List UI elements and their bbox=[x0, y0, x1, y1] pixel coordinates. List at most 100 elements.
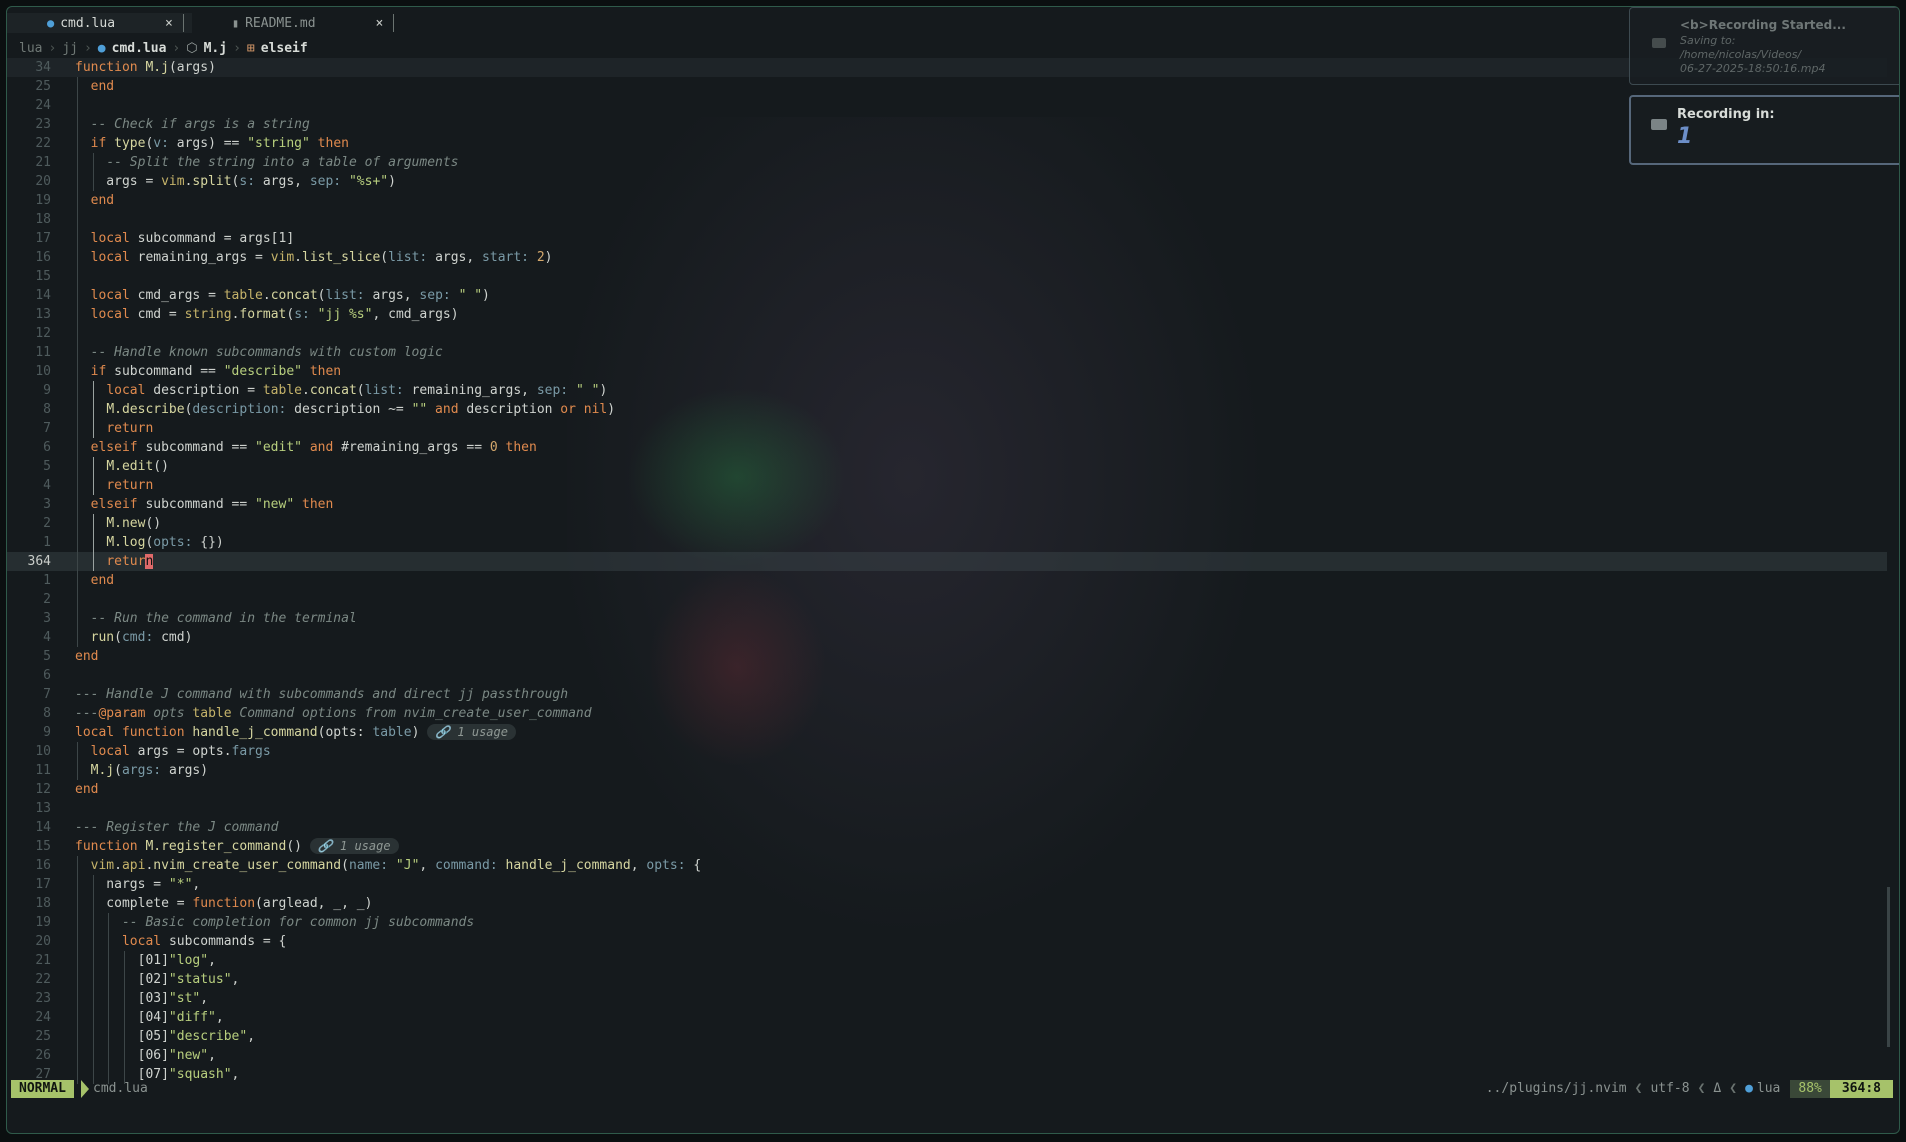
code-line[interactable]: 24 bbox=[7, 96, 1887, 115]
breadcrumb-item-file[interactable]: cmd.lua bbox=[112, 41, 167, 56]
code-line[interactable]: 15 bbox=[7, 267, 1887, 286]
code-line[interactable]: 18 complete = function(arglead, _, _) bbox=[7, 894, 1887, 913]
code-token: concat bbox=[309, 383, 357, 398]
breadcrumb-item-function[interactable]: M.j bbox=[204, 41, 227, 56]
code-line[interactable]: 12 end bbox=[7, 780, 1887, 799]
code-line[interactable]: 1 M.log(opts: {}) bbox=[7, 533, 1887, 552]
code-token: if bbox=[90, 364, 115, 379]
indent-guide bbox=[77, 96, 78, 115]
code-text: M.describe(description: description ~= "… bbox=[75, 400, 615, 419]
code-line[interactable]: 22 if type(v: args) == "string" then bbox=[7, 134, 1887, 153]
code-token: elseif bbox=[90, 440, 146, 455]
code-line[interactable]: 23 [03]"st", bbox=[7, 989, 1887, 1008]
code-token: --- Handle J command with subcommands an… bbox=[75, 687, 569, 702]
tab-cmd-lua[interactable]: ● cmd.lua × bbox=[7, 13, 192, 33]
code-text: end bbox=[75, 780, 98, 799]
code-line[interactable]: 14 local cmd_args = table.concat(list: a… bbox=[7, 286, 1887, 305]
code-line[interactable]: 20 args = vim.split(s: args, sep: "%s+") bbox=[7, 172, 1887, 191]
close-icon[interactable]: × bbox=[165, 16, 173, 31]
code-token: local bbox=[90, 307, 138, 322]
code-token: type bbox=[114, 136, 146, 151]
scrollbar[interactable] bbox=[1887, 887, 1890, 1047]
code-line[interactable]: 19 -- Basic completion for common jj sub… bbox=[7, 913, 1887, 932]
code-token: remaining_args, bbox=[411, 383, 537, 398]
code-line[interactable]: 2 M.new() bbox=[7, 514, 1887, 533]
code-token: ) bbox=[607, 402, 616, 417]
code-line[interactable]: 16 vim.api.nvim_create_user_command(name… bbox=[7, 856, 1887, 875]
breadcrumb-item-elseif[interactable]: elseif bbox=[261, 41, 308, 56]
code-token: { bbox=[693, 858, 702, 873]
code-line[interactable]: 11 -- Handle known subcommands with cust… bbox=[7, 343, 1887, 362]
code-line[interactable]: 18 bbox=[7, 210, 1887, 229]
code-line[interactable]: 13 bbox=[7, 799, 1887, 818]
code-token: --- Register the J command bbox=[75, 820, 279, 835]
line-number: 4 bbox=[43, 630, 51, 645]
current-code-line[interactable]: 364 return bbox=[7, 552, 1887, 571]
code-line[interactable]: 14 --- Register the J command bbox=[7, 818, 1887, 837]
code-line[interactable]: 21 [01]"log", bbox=[7, 951, 1887, 970]
code-line[interactable]: 4 run(cmd: cmd) bbox=[7, 628, 1887, 647]
code-line[interactable]: 5 M.edit() bbox=[7, 457, 1887, 476]
code-line[interactable]: 17 local subcommand = args[1] bbox=[7, 229, 1887, 248]
code-line[interactable]: 3 -- Run the command in the terminal bbox=[7, 609, 1887, 628]
code-line[interactable]: 22 [02]"status", bbox=[7, 970, 1887, 989]
code-editor[interactable]: 34 function M.j(args) 25 end 24 23 -- Check … bbox=[7, 58, 1887, 1084]
code-line[interactable]: 26 [06]"new", bbox=[7, 1046, 1887, 1065]
line-number: 17 bbox=[35, 877, 51, 892]
lua-file-icon: ● bbox=[47, 16, 55, 30]
usage-hint[interactable]: 🔗 1 usage bbox=[309, 838, 399, 854]
code-token: (arglead, _, _) bbox=[255, 896, 373, 911]
breadcrumb-item-lua[interactable]: lua bbox=[19, 41, 42, 56]
lua-file-icon: ● bbox=[97, 40, 106, 56]
code-line[interactable]: 16 local remaining_args = vim.list_slice… bbox=[7, 248, 1887, 267]
code-line[interactable]: 1 end bbox=[7, 571, 1887, 590]
tab-readme-md[interactable]: ▮ README.md × bbox=[192, 13, 403, 33]
code-line[interactable]: 15 function M.register_command() 🔗 1 usag… bbox=[7, 837, 1887, 856]
code-line[interactable]: 11 M.j(args: args) bbox=[7, 761, 1887, 780]
code-line[interactable]: 10 local args = opts.fargs bbox=[7, 742, 1887, 761]
code-token: complete = bbox=[75, 896, 193, 911]
code-line[interactable]: 2 bbox=[7, 590, 1887, 609]
code-line[interactable]: 8 M.describe(description: description ~=… bbox=[7, 400, 1887, 419]
code-line[interactable]: 12 bbox=[7, 324, 1887, 343]
close-icon[interactable]: × bbox=[376, 16, 384, 31]
code-line[interactable]: 20 local subcommands = { bbox=[7, 932, 1887, 951]
usage-hint[interactable]: 🔗 1 usage bbox=[427, 724, 516, 740]
code-line[interactable]: 7 return bbox=[7, 419, 1887, 438]
code-text: [06]"new", bbox=[75, 1046, 216, 1065]
code-line[interactable]: 24 [04]"diff", bbox=[7, 1008, 1887, 1027]
code-line[interactable]: 8 ---@param opts table Command options fr… bbox=[7, 704, 1887, 723]
code-line[interactable]: 5 end bbox=[7, 647, 1887, 666]
code-line[interactable]: 6 elseif subcommand == "edit" and #remai… bbox=[7, 438, 1887, 457]
code-line[interactable]: 25 end bbox=[7, 77, 1887, 96]
code-line[interactable]: 21 -- Split the string into a table of a… bbox=[7, 153, 1887, 172]
code-line[interactable]: 6 bbox=[7, 666, 1887, 685]
code-line[interactable]: 34 function M.j(args) bbox=[7, 58, 1887, 77]
code-line[interactable]: 9 local function handle_j_command(opts: t… bbox=[7, 723, 1887, 742]
code-line[interactable]: 4 return bbox=[7, 476, 1887, 495]
code-line[interactable]: 3 elseif subcommand == "new" then bbox=[7, 495, 1887, 514]
code-line[interactable]: 25 [05]"describe", bbox=[7, 1027, 1887, 1046]
code-line[interactable]: 13 local cmd = string.format(s: "jj %s",… bbox=[7, 305, 1887, 324]
code-text: local subcommands = { bbox=[75, 932, 286, 951]
line-number: 25 bbox=[35, 79, 51, 94]
branch-icon: ⊞ bbox=[246, 40, 255, 56]
code-line[interactable]: 17 nargs = "*", bbox=[7, 875, 1887, 894]
breadcrumb-item-jj[interactable]: jj bbox=[62, 41, 78, 56]
code-line[interactable]: 7 --- Handle J command with subcommands a… bbox=[7, 685, 1887, 704]
code-line[interactable]: 19 end bbox=[7, 191, 1887, 210]
code-line[interactable]: 10 if subcommand == "describe" then bbox=[7, 362, 1887, 381]
notification-line: /home/nicolas/Videos/ bbox=[1680, 48, 1802, 61]
code-line[interactable]: 23 -- Check if args is a string bbox=[7, 115, 1887, 134]
line-number: 10 bbox=[35, 364, 51, 379]
code-text: M.j(args: args) bbox=[75, 761, 208, 780]
line-number: 34 bbox=[35, 60, 51, 75]
code-line[interactable]: 9 local description = table.concat(list:… bbox=[7, 381, 1887, 400]
code-token: "new" bbox=[168, 1048, 209, 1063]
